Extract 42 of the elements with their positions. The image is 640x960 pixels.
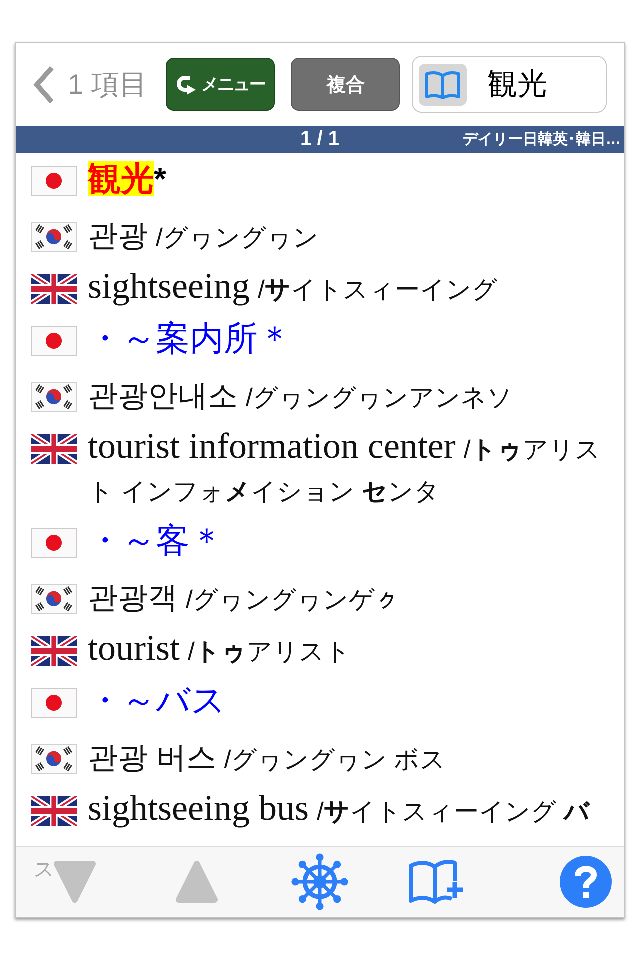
entry-text: sightseeing /サイトスィーイング xyxy=(88,268,498,308)
help-icon xyxy=(560,856,612,908)
entry-text: ・～客＊ xyxy=(88,522,224,562)
return-arrow-icon xyxy=(176,74,198,96)
entry-text: ・～バス xyxy=(88,682,226,722)
search-text: 観光 xyxy=(487,67,548,103)
japanese-flag-icon xyxy=(31,528,77,558)
entry-text: 観光* xyxy=(88,160,166,199)
entry-text: sightseeing bus /サイトスィーイング バ xyxy=(88,790,590,830)
search-field[interactable]: 観光 xyxy=(412,56,608,113)
back-chevron-icon xyxy=(32,64,56,104)
book-plus-icon xyxy=(408,859,464,905)
page-count: 1 / 1 xyxy=(300,128,340,151)
entry-text: 관광객 /グヮングヮンゲㇰ xyxy=(88,581,400,617)
japanese-flag-icon xyxy=(31,166,77,196)
book-icon xyxy=(419,64,468,106)
back-button[interactable]: 1 項目 xyxy=(32,64,148,104)
entry-text: tourist information center /トゥアリスト インフォメイション センタ xyxy=(88,428,602,508)
entry-text: tourist /トゥアリスト xyxy=(88,630,351,670)
wheel-button[interactable] xyxy=(291,853,349,911)
entry-text: 관광 /グヮングヮン xyxy=(88,219,319,255)
menu-button[interactable]: メニュー xyxy=(166,58,276,111)
uk-flag-icon xyxy=(31,796,77,826)
compound-search-button[interactable]: 複合 xyxy=(291,58,400,111)
japanese-flag-icon xyxy=(31,688,77,718)
entry-text: 관광안내소 /グヮングヮンアンネソ xyxy=(88,379,513,415)
korean-flag-icon xyxy=(31,744,77,774)
help-button[interactable] xyxy=(560,856,612,908)
down-triangle-icon xyxy=(54,861,96,903)
korean-flag-icon xyxy=(31,382,77,412)
add-bookmark-button[interactable] xyxy=(408,859,464,905)
dictionary-name: デイリー日韓英･韓日… xyxy=(463,130,622,149)
uk-flag-icon xyxy=(31,636,77,666)
korean-flag-icon xyxy=(31,222,77,252)
uk-flag-icon xyxy=(31,434,77,464)
up-triangle-icon xyxy=(176,861,218,903)
uk-flag-icon xyxy=(31,274,77,304)
japanese-flag-icon xyxy=(31,326,77,356)
korean-flag-icon xyxy=(31,584,77,614)
entry-text: 관광 버스 /グヮングヮン ボス xyxy=(88,741,446,777)
entry-text: ・～案内所＊ xyxy=(88,320,292,360)
ship-wheel-icon xyxy=(291,853,349,911)
